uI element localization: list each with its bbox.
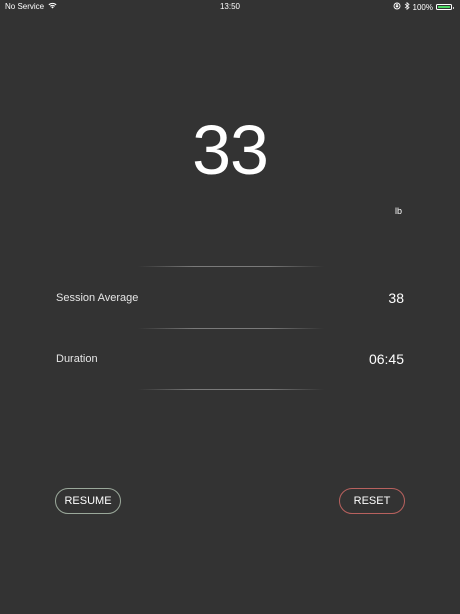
duration-label: Duration xyxy=(56,353,98,365)
session-average-label: Session Average xyxy=(56,292,139,304)
battery-icon xyxy=(436,4,454,10)
resume-button[interactable]: RESUME xyxy=(55,488,121,514)
status-time: 13:50 xyxy=(219,2,241,11)
current-reading: 33 xyxy=(192,111,269,189)
app-screen: No Service 13:50 100% 33 lb Session Aver… xyxy=(0,0,460,614)
battery-fill xyxy=(438,6,450,8)
status-right: 100% xyxy=(393,1,454,12)
orientation-lock-icon xyxy=(393,2,401,12)
unit-label: lb xyxy=(395,206,403,216)
battery-percent: 100% xyxy=(412,2,433,12)
divider-middle xyxy=(138,328,324,329)
duration-value: 06:45 xyxy=(368,351,404,367)
battery-tip xyxy=(452,6,454,9)
status-bar: No Service 13:50 100% xyxy=(0,0,460,14)
bluetooth-icon xyxy=(404,1,410,12)
session-average-value: 38 xyxy=(388,290,404,306)
divider-bottom xyxy=(138,389,324,390)
divider-top xyxy=(138,266,324,267)
reset-button[interactable]: RESET xyxy=(339,488,405,514)
